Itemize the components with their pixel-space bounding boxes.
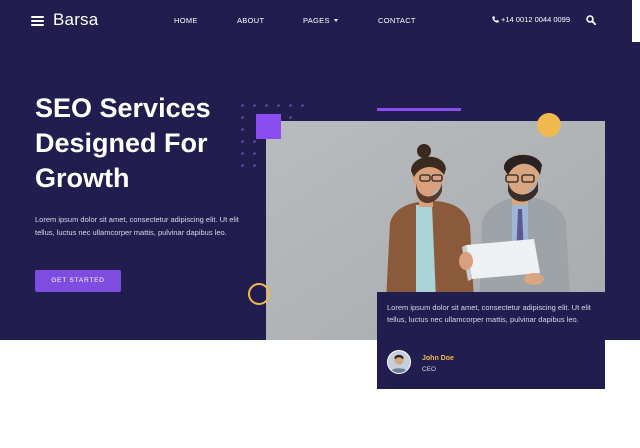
chevron-down-icon bbox=[333, 19, 338, 22]
search-icon[interactable] bbox=[586, 15, 596, 25]
author-name: John Doe bbox=[422, 355, 454, 362]
accent-square bbox=[256, 114, 281, 139]
accent-line bbox=[377, 108, 461, 111]
accent-ring bbox=[248, 283, 270, 305]
accent-dot bbox=[537, 113, 561, 137]
nav-item-home[interactable]: HOME bbox=[174, 16, 198, 25]
nav-item-pages[interactable]: PAGES bbox=[303, 16, 338, 25]
hero-description: Lorem ipsum dolor sit amet, consectetur … bbox=[35, 215, 239, 237]
avatar bbox=[387, 350, 411, 374]
navbar: Barsa HOME ABOUT PAGES CONTACT +14 0012 … bbox=[0, 0, 640, 42]
testimonial-card: Lorem ipsum dolor sit amet, consectetur … bbox=[377, 292, 605, 389]
nav-item-pages-label: PAGES bbox=[303, 16, 330, 25]
author-role: CEO bbox=[422, 366, 437, 373]
phone-number: +14 0012 0044 0099 bbox=[501, 15, 571, 24]
phone-link[interactable]: +14 0012 0044 0099 bbox=[492, 15, 570, 24]
logo[interactable]: Barsa bbox=[53, 10, 98, 30]
phone-icon bbox=[492, 16, 499, 23]
nav-item-about[interactable]: ABOUT bbox=[237, 16, 264, 25]
get-started-button[interactable]: GET STARTED bbox=[35, 270, 121, 292]
nav-item-contact[interactable]: CONTACT bbox=[378, 16, 416, 25]
testimonial-quote: Lorem ipsum dolor sit amet, consectetur … bbox=[387, 303, 591, 324]
hero-headline: SEO Services Designed For Growth bbox=[35, 93, 211, 193]
menu-icon[interactable] bbox=[31, 16, 44, 26]
